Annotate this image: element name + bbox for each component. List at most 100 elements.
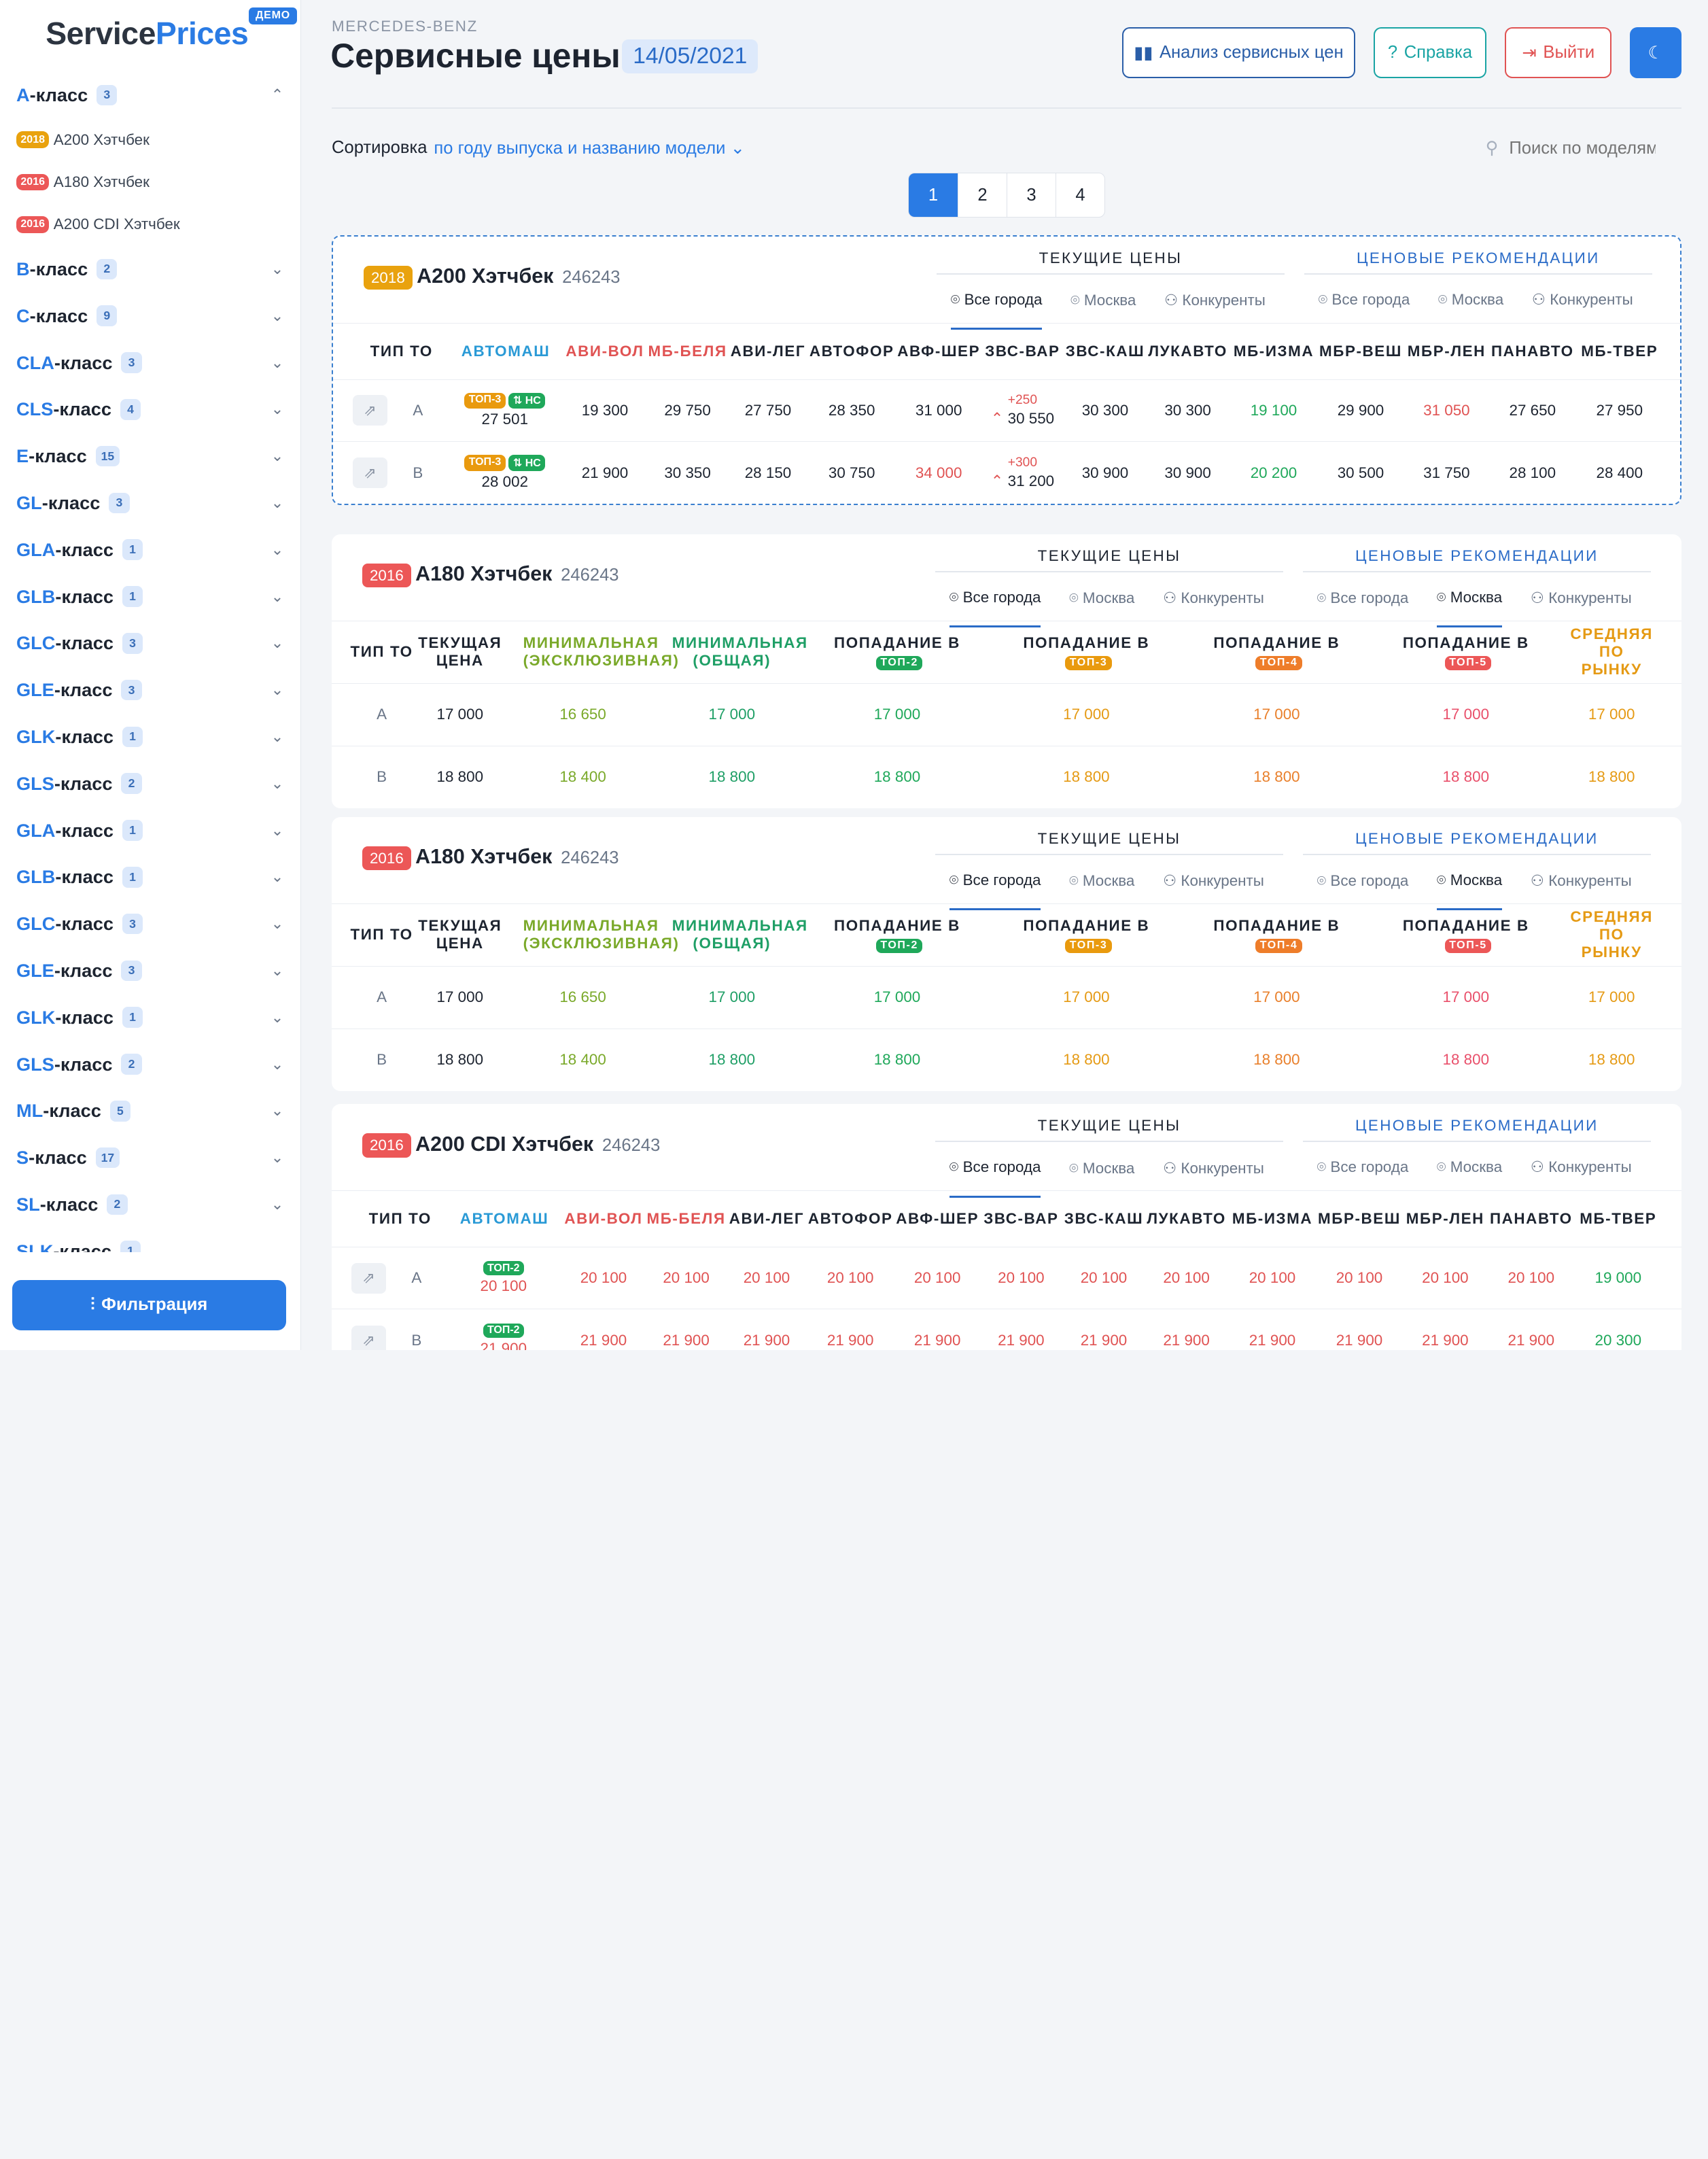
column-header: ТИП ТО [350, 643, 413, 661]
sidebar-class-glk[interactable]: GLK-класс 1 ⌄ [0, 714, 300, 761]
class-suffix: -класс [55, 538, 114, 560]
sidebar-model-item[interactable]: 2016 A180 Хэтчбек [0, 161, 300, 203]
service-type: B [413, 464, 423, 481]
header-divider [331, 107, 1681, 109]
sidebar-class-e[interactable]: E-класс 15 ⌄ [0, 433, 300, 480]
column-header: АВИ-ВОЛ [565, 342, 644, 360]
page-2[interactable]: 2 [957, 173, 1007, 218]
competitor-price: 30 350 [664, 464, 711, 481]
page-4[interactable]: 4 [1055, 173, 1104, 218]
sidebar-class-sl[interactable]: SL-класс 2 ⌄ [0, 1181, 300, 1228]
section-divider [936, 273, 1285, 275]
moon-icon: ☾ [1648, 43, 1664, 63]
history-button[interactable]: ⇗ [352, 457, 387, 488]
own-price: 20 100 [480, 1277, 527, 1295]
chart-arrow-icon: ⇗ [363, 401, 377, 419]
sidebar-class-gla[interactable]: GLA-класс 1 ⌄ [0, 526, 300, 573]
sidebar-model-item[interactable]: 2016 A200 CDI Хэтчбек [0, 203, 300, 245]
year-badge: 2018 [363, 265, 413, 290]
class-suffix: -класс [53, 1240, 111, 1252]
logout-button[interactable]: ⇥ Выйти [1505, 27, 1612, 79]
recommended-price: 18 800 [708, 1051, 756, 1069]
competitor-price: 20 100 [1422, 1269, 1469, 1287]
class-name: GLA-класс [16, 539, 114, 561]
class-suffix: -класс [55, 913, 114, 935]
section-divider [1302, 570, 1651, 572]
price-analysis-button[interactable]: ▮▮ Анализ сервисных цен [1122, 27, 1355, 79]
page-1[interactable]: 1 [908, 173, 958, 218]
sidebar-class-gla[interactable]: GLA-класс 1 ⌄ [0, 807, 300, 854]
sidebar-class-gl[interactable]: GL-класс 3 ⌄ [0, 480, 300, 527]
sort-dropdown[interactable]: по году выпуска и названию модели ⌄ [434, 138, 745, 158]
table-header-row: ТИП ТО ТЕКУЩАЯ ЦЕНА МИНИМАЛЬНАЯ (ЭКСКЛЮЗИВ… [331, 904, 1681, 967]
class-prefix: GLC [16, 913, 56, 935]
tab-moscow[interactable]: ⌾ Москва [1438, 291, 1503, 328]
sidebar-class-gle[interactable]: GLE-класс 3 ⌄ [0, 948, 300, 995]
tab-label: Москва [1451, 290, 1504, 308]
current-prices-section-label: ТЕКУЩИЕ ЦЕНЫ [1039, 249, 1183, 266]
class-name: GLS-класс [16, 773, 113, 795]
competitor-price: 30 300 [1164, 401, 1211, 419]
chevron-down-icon: ⌄ [271, 260, 284, 277]
class-count-badge: 3 [121, 960, 142, 982]
current-prices-section-label: ТЕКУЩИЕ ЦЕНЫ [1037, 829, 1181, 847]
tab-label: Конкуренты [1182, 292, 1266, 309]
sidebar-class-s[interactable]: S-класс 17 ⌄ [0, 1135, 300, 1181]
sidebar-class-glb[interactable]: GLB-класс 1 ⌄ [0, 573, 300, 620]
recommended-price: 18 800 [1442, 768, 1490, 786]
filter-button[interactable]: ⫶ Фильтрация [12, 1280, 286, 1330]
chevron-down-icon: ⌄ [271, 1149, 284, 1167]
sidebar-class-ml[interactable]: ML-класс 5 ⌄ [0, 1088, 300, 1135]
column-header: СРЕДНЯЯ ПО РЫНКУ [1570, 908, 1653, 961]
competitor-price: 21 900 [1507, 1331, 1555, 1349]
page-3[interactable]: 3 [1006, 173, 1056, 218]
sidebar-class-c[interactable]: C-класс 9 ⌄ [0, 292, 300, 339]
tab-competitors[interactable]: ⚇ Конкуренты [1532, 291, 1633, 328]
sidebar-class-gls[interactable]: GLS-класс 2 ⌄ [0, 760, 300, 807]
recommended-price: 18 800 [436, 768, 484, 786]
tab-all[interactable]: ⌾ Все города [1319, 291, 1410, 328]
competitor-price: 21 900 [580, 1331, 627, 1349]
column-header: АВИ-ЛЕГ [730, 342, 806, 360]
dark-mode-button[interactable]: ☾ [1630, 27, 1681, 79]
sidebar-class-a[interactable]: A-класс 3 ⌃ [0, 72, 300, 119]
class-count-badge: 2 [121, 1054, 142, 1075]
sidebar-class-gls[interactable]: GLS-класс 2 ⌄ [0, 1041, 300, 1088]
class-prefix: GLK [16, 1006, 56, 1028]
sidebar-class-slk[interactable]: SLK-класс 1 ⌄ [0, 1228, 300, 1252]
competitor-price: 20 100 [743, 1269, 790, 1287]
sidebar-class-glc[interactable]: GLC-класс 3 ⌄ [0, 901, 300, 948]
column-header: МБ-БЕЛЯ [648, 342, 727, 360]
table-header-row: ТИП ТО АВТОМАШ АВИ-ВОЛ МБ-БЕЛЯ АВИ-ЛЕГ АВТОФО… [332, 324, 1680, 380]
sidebar-class-glb[interactable]: GLB-класс 1 ⌄ [0, 854, 300, 901]
class-count-badge: 1 [122, 867, 143, 888]
sidebar-class-cla[interactable]: CLA-класс 3 ⌄ [0, 339, 300, 386]
class-suffix: -класс [41, 491, 101, 513]
sidebar-class-b[interactable]: B-класс 2 ⌄ [0, 246, 300, 293]
tab-moscow[interactable]: ⌾ Москва [1437, 1158, 1502, 1196]
class-count-badge: 1 [122, 820, 143, 841]
help-button[interactable]: ? Справка [1373, 27, 1487, 79]
sidebar-class-cls[interactable]: CLS-класс 4 ⌄ [0, 386, 300, 433]
class-name: GL-класс [16, 492, 100, 514]
class-count-badge: 1 [122, 1007, 143, 1028]
search-input[interactable] [1509, 138, 1656, 158]
tab-all[interactable]: ⌾ Все города [1317, 1158, 1409, 1196]
competitor-price: 21 900 [1336, 1331, 1383, 1349]
history-button[interactable]: ⇗ [351, 1325, 386, 1350]
competitor-price: 20 100 [1507, 1269, 1555, 1287]
class-count-badge: 1 [122, 586, 143, 607]
recommended-price: 17 000 [873, 988, 921, 1006]
class-suffix: -класс [29, 258, 88, 279]
service-type: A [411, 1269, 422, 1287]
model-name: A200 Хэтчбек [53, 131, 150, 148]
logo[interactable]: ServicePrices [46, 15, 249, 52]
sidebar-class-glc[interactable]: GLC-класс 3 ⌄ [0, 620, 300, 667]
sidebar-model-item[interactable]: 2018 A200 Хэтчбек [0, 118, 300, 160]
search-box: ⚲ [1486, 138, 1656, 158]
sidebar-class-glk[interactable]: GLK-класс 1 ⌄ [0, 994, 300, 1041]
history-button[interactable]: ⇗ [352, 395, 387, 426]
history-button[interactable]: ⇗ [351, 1262, 386, 1294]
sidebar-class-gle[interactable]: GLE-класс 3 ⌄ [0, 667, 300, 714]
tab-competitors[interactable]: ⚇ Конкуренты [1531, 1158, 1632, 1196]
